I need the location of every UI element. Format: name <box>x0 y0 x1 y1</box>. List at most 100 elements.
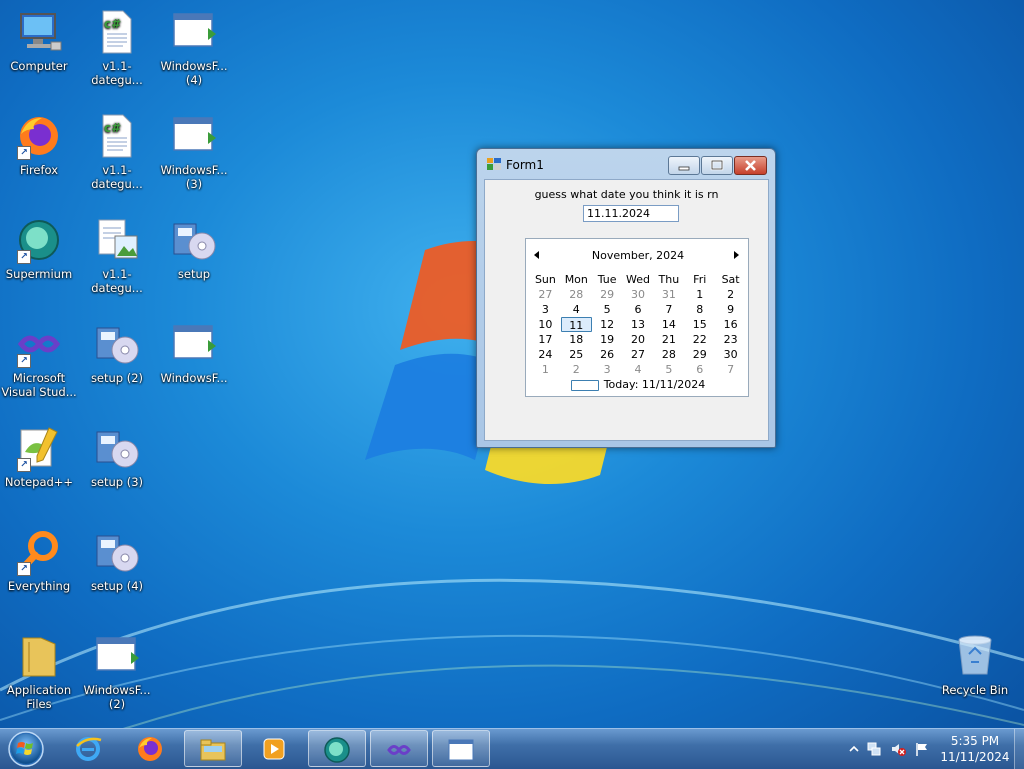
desktop-icon-recycle-bin[interactable]: Recycle Bin <box>936 632 1014 697</box>
calendar-day[interactable]: 30 <box>715 347 746 362</box>
desktop-icon-microsoft-visual-stud[interactable]: ↗ Microsoft Visual Stud... <box>0 320 78 399</box>
calendar-today-link[interactable]: Today: 11/11/2024 <box>526 378 750 391</box>
calendar-day[interactable]: 24 <box>530 347 561 362</box>
taskbar-form1-window[interactable] <box>432 730 490 767</box>
calendar-day[interactable]: 15 <box>684 317 715 332</box>
minimize-icon <box>678 166 690 171</box>
desktop-icon-setup-4[interactable]: setup (4) <box>78 528 156 593</box>
start-orb[interactable] <box>4 730 48 768</box>
desktop-icon-supermium[interactable]: ↗ Supermium <box>0 216 78 281</box>
desktop-icon-v1-1-dategu[interactable]: v1.1-dategu... <box>78 216 156 295</box>
calendar-month-label[interactable]: November, 2024 <box>526 249 750 262</box>
maximize-button[interactable] <box>701 156 733 175</box>
calendar-day[interactable]: 26 <box>592 347 623 362</box>
calendar-day[interactable]: 2 <box>561 362 592 377</box>
desktop-icon-everything[interactable]: ↗ Everything <box>0 528 78 593</box>
desktop-icon-label: setup (3) <box>90 475 144 489</box>
calendar-day[interactable]: 17 <box>530 332 561 347</box>
desktop-icon-setup-3[interactable]: setup (3) <box>78 424 156 489</box>
shortcut-arrow-icon: ↗ <box>17 458 31 472</box>
calendar-day[interactable]: 22 <box>684 332 715 347</box>
calendar-day[interactable]: 10 <box>530 317 561 332</box>
calendar-day[interactable]: 16 <box>715 317 746 332</box>
taskbar-supermium[interactable] <box>308 730 366 767</box>
calendar-day[interactable]: 13 <box>623 317 654 332</box>
calendar-day[interactable]: 12 <box>592 317 623 332</box>
calendar-day[interactable]: 14 <box>653 317 684 332</box>
calendar-day[interactable]: 7 <box>715 362 746 377</box>
calendar-day[interactable]: 29 <box>592 287 623 302</box>
desktop-icon-setup[interactable]: setup <box>155 216 233 281</box>
desktop-icon-application-files[interactable]: Application Files <box>0 632 78 711</box>
desktop-icon-v1-1-dategu[interactable]: c# v1.1-dategu... <box>78 8 156 87</box>
window-app-icon <box>170 8 218 56</box>
calendar-day[interactable]: 4 <box>623 362 654 377</box>
taskbar-internet-explorer[interactable] <box>60 730 118 767</box>
taskbar-visual-studio[interactable] <box>370 730 428 767</box>
desktop-icon-label: Supermium <box>5 267 73 281</box>
desktop-icon-windowsf-2[interactable]: WindowsF... (2) <box>78 632 156 711</box>
close-button[interactable] <box>734 156 767 175</box>
action-center-flag-icon[interactable] <box>914 741 930 757</box>
calendar-grid: Sun Mon Tue Wed Thu Fri Sat 27 28 29 30 31 1 2 3 4 5 6 7 8 9… <box>530 272 746 377</box>
calendar-day[interactable]: 28 <box>653 347 684 362</box>
next-month-icon[interactable] <box>730 249 742 261</box>
minimize-button[interactable] <box>668 156 700 175</box>
supermium-icon: ↗ <box>15 216 63 264</box>
calendar-day[interactable]: 7 <box>653 302 684 317</box>
setup-icon <box>93 528 141 576</box>
calendar-day[interactable]: 5 <box>653 362 684 377</box>
calendar-day[interactable]: 27 <box>623 347 654 362</box>
date-text-input[interactable] <box>583 205 679 222</box>
desktop-icon-label: Computer <box>10 59 68 73</box>
window-titlebar[interactable]: Form1 <box>477 149 775 179</box>
calendar-day[interactable]: 3 <box>530 302 561 317</box>
desktop-icon-setup-2[interactable]: setup (2) <box>78 320 156 385</box>
calendar-day[interactable]: 9 <box>715 302 746 317</box>
taskbar-file-explorer[interactable] <box>184 730 242 767</box>
calendar-day[interactable]: 3 <box>592 362 623 377</box>
calendar-week-row: 17 18 19 20 21 22 23 <box>530 332 746 347</box>
calendar-day[interactable]: 5 <box>592 302 623 317</box>
month-calendar[interactable]: November, 2024 Sun Mon Tue Wed Thu Fri Sat 27 28… <box>525 238 749 397</box>
show-hidden-icons-chevron-icon[interactable] <box>846 741 862 757</box>
desktop-icon-computer[interactable]: Computer <box>0 8 78 73</box>
calendar-day[interactable]: 21 <box>653 332 684 347</box>
calendar-day[interactable]: 31 <box>653 287 684 302</box>
calendar-day[interactable]: 8 <box>684 302 715 317</box>
desktop-icon-notepad[interactable]: ↗ Notepad++ <box>0 424 78 489</box>
calendar-day[interactable]: 4 <box>561 302 592 317</box>
everything-search-icon: ↗ <box>15 528 63 576</box>
desktop-icon-windowsf-3[interactable]: WindowsF... (3) <box>155 112 233 191</box>
form1-window[interactable]: Form1 guess what date you think it is rn… <box>476 148 776 448</box>
calendar-day[interactable]: 6 <box>684 362 715 377</box>
calendar-day[interactable]: 1 <box>530 362 561 377</box>
calendar-day[interactable]: 23 <box>715 332 746 347</box>
calendar-day[interactable]: 19 <box>592 332 623 347</box>
svg-text:c#: c# <box>104 121 121 135</box>
calendar-day-selected[interactable]: 11 <box>560 317 592 332</box>
calendar-day[interactable]: 25 <box>561 347 592 362</box>
taskbar-media-player[interactable] <box>246 730 304 767</box>
taskbar-clock[interactable]: 5:35 PM 11/11/2024 <box>940 733 1010 765</box>
desktop-icon-label: Microsoft Visual Stud... <box>1 371 77 399</box>
taskbar-firefox[interactable] <box>122 730 180 767</box>
desktop-icon-label: setup <box>177 267 211 281</box>
calendar-day[interactable]: 20 <box>623 332 654 347</box>
calendar-day[interactable]: 28 <box>561 287 592 302</box>
calendar-day[interactable]: 27 <box>530 287 561 302</box>
calendar-day[interactable]: 29 <box>684 347 715 362</box>
desktop-icon-windowsf-4[interactable]: WindowsF... (4) <box>155 8 233 87</box>
desktop-icon-firefox[interactable]: ↗ Firefox <box>0 112 78 177</box>
network-icon[interactable] <box>866 741 882 757</box>
calendar-day[interactable]: 6 <box>623 302 654 317</box>
desktop-icon-windowsf[interactable]: WindowsF... <box>155 320 233 385</box>
show-desktop-button[interactable] <box>1014 729 1024 769</box>
calendar-day[interactable]: 1 <box>684 287 715 302</box>
calendar-day[interactable]: 18 <box>561 332 592 347</box>
volume-muted-icon[interactable] <box>890 741 906 757</box>
weekday-header: Tue <box>597 273 617 286</box>
calendar-day[interactable]: 2 <box>715 287 746 302</box>
desktop-icon-v1-1-dategu[interactable]: c# v1.1-dategu... <box>78 112 156 191</box>
calendar-day[interactable]: 30 <box>623 287 654 302</box>
